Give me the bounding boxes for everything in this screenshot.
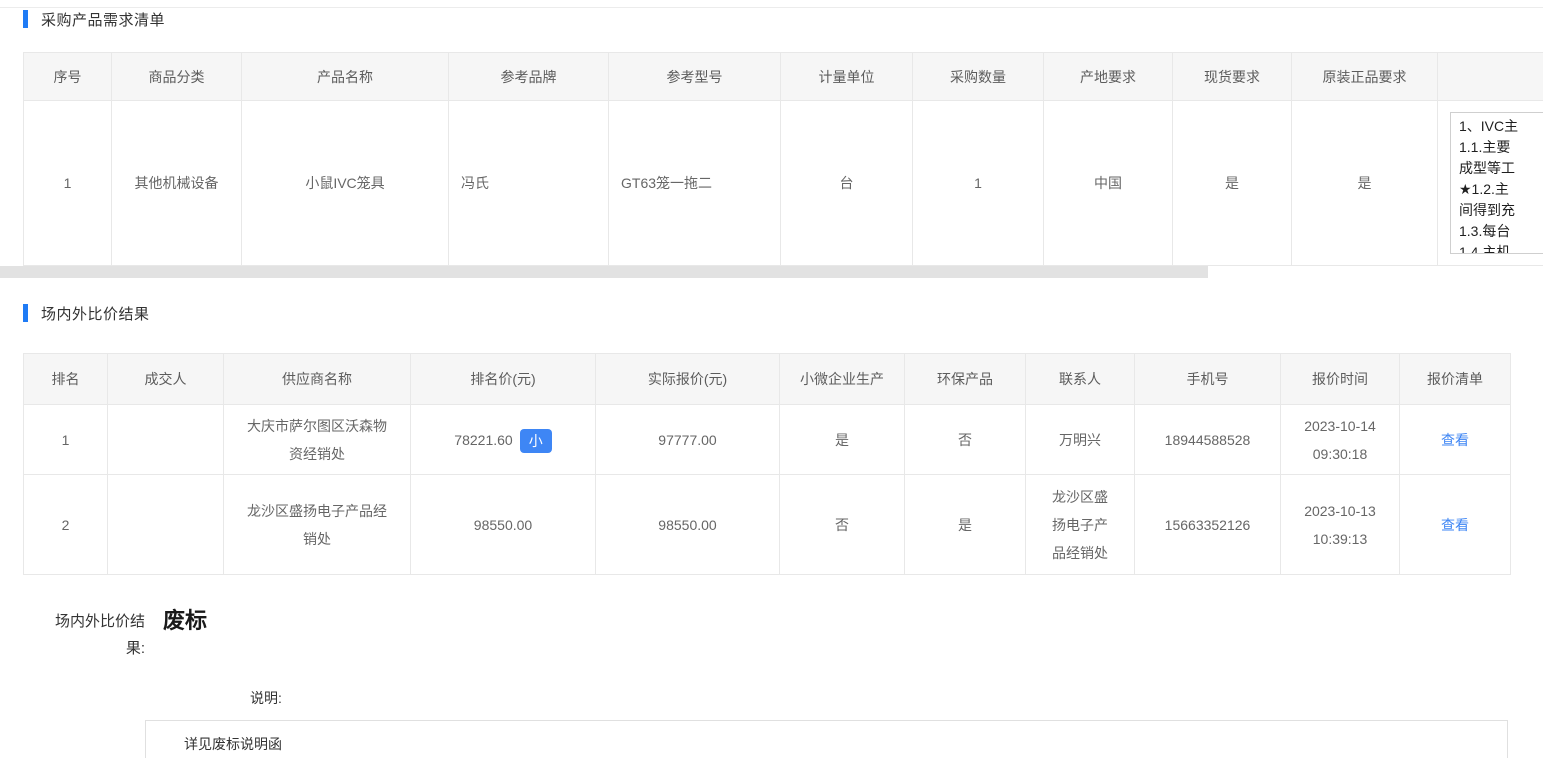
spec-textarea[interactable]: 1、IVC主 1.1.主要 成型等工 ★1.2.主 间得到充 1.3.每台 1.… [1450, 112, 1543, 254]
cell-seq: 1 [24, 101, 112, 266]
cell-spec: 1、IVC主 1.1.主要 成型等工 ★1.2.主 间得到充 1.3.每台 1.… [1438, 101, 1543, 266]
column-header-contact: 联系人 [1026, 354, 1135, 405]
cell-contact: 龙沙区盛扬电子产品经销处 [1026, 475, 1135, 575]
table-row: 1 其他机械设备 小鼠IVC笼具 冯氏 GT63笼一拖二 台 1 中国 是 是 … [24, 101, 1543, 266]
procurement-products-table: 序号 商品分类 产品名称 参考品牌 参考型号 计量单位 采购数量 产地要求 现货… [23, 52, 1543, 266]
cell-actual-price: 98550.00 [596, 475, 780, 575]
cell-phone: 18944588528 [1135, 405, 1281, 475]
column-header-in-stock: 现货要求 [1173, 53, 1292, 101]
cell-brand: 冯氏 [449, 101, 609, 266]
view-quote-link[interactable]: 查看 [1441, 432, 1469, 448]
cell-small-micro: 是 [780, 405, 905, 475]
note-box: 详见废标说明函 [145, 720, 1508, 758]
cell-quote-time: 2023-10-14 09:30:18 [1281, 405, 1400, 475]
section-header-procurement: 采购产品需求清单 [23, 10, 1543, 28]
cell-supplier: 大庆市萨尔图区沃森物资经销处 [224, 405, 411, 475]
cell-rank-price: 78221.60 小 [411, 405, 596, 475]
cell-in-stock: 是 [1173, 101, 1292, 266]
table-row: 1 大庆市萨尔图区沃森物资经销处 78221.60小 97777.00 是 否 … [24, 405, 1511, 475]
cell-model: GT63笼一拖二 [609, 101, 781, 266]
section-title-comparison: 场内外比价结果 [41, 303, 150, 324]
cell-quote-list: 查看 [1400, 475, 1511, 575]
section-accent-bar [23, 304, 28, 322]
small-enterprise-badge: 小 [520, 429, 552, 453]
comparison-result-value: 废标 [163, 603, 207, 635]
section-header-comparison: 场内外比价结果 [23, 304, 1543, 322]
column-header-rank: 排名 [24, 354, 108, 405]
column-header-category: 商品分类 [112, 53, 242, 101]
column-header-product-name: 产品名称 [242, 53, 449, 101]
cell-eco: 是 [905, 475, 1026, 575]
note-label: 说明: [250, 688, 282, 708]
cell-contact: 万明兴 [1026, 405, 1135, 475]
cell-rank-price: 98550.00 [411, 475, 596, 575]
cell-supplier: 龙沙区盛扬电子产品经销处 [224, 475, 411, 575]
horizontal-scrollbar-thumb[interactable] [0, 266, 1208, 278]
column-header-quote-time: 报价时间 [1281, 354, 1400, 405]
cell-category: 其他机械设备 [112, 101, 242, 266]
column-header-rank-price: 排名价(元) [411, 354, 596, 405]
cell-small-micro: 否 [780, 475, 905, 575]
cell-winner [108, 475, 224, 575]
section-title-procurement: 采购产品需求清单 [41, 9, 165, 30]
cell-phone: 15663352126 [1135, 475, 1281, 575]
supplier-name: 大庆市萨尔图区沃森物资经销处 [247, 412, 387, 468]
view-quote-link[interactable]: 查看 [1441, 517, 1469, 533]
section-accent-bar [23, 10, 28, 28]
procurement-table-scroll-area: 序号 商品分类 产品名称 参考品牌 参考型号 计量单位 采购数量 产地要求 现货… [23, 52, 1543, 266]
cell-unit: 台 [781, 101, 913, 266]
column-header-phone: 手机号 [1135, 354, 1281, 405]
column-header-seq: 序号 [24, 53, 112, 101]
column-header-supplier: 供应商名称 [224, 354, 411, 405]
cell-quote-list: 查看 [1400, 405, 1511, 475]
table-header-row: 序号 商品分类 产品名称 参考品牌 参考型号 计量单位 采购数量 产地要求 现货… [24, 53, 1543, 101]
column-header-actual-price: 实际报价(元) [596, 354, 780, 405]
column-header-winner: 成交人 [108, 354, 224, 405]
column-header-quantity: 采购数量 [913, 53, 1044, 101]
column-header-brand: 参考品牌 [449, 53, 609, 101]
cell-actual-price: 97777.00 [596, 405, 780, 475]
column-header-eco: 环保产品 [905, 354, 1026, 405]
table-row: 2 龙沙区盛扬电子产品经销处 98550.00 98550.00 否 是 龙沙区… [24, 475, 1511, 575]
cell-rank: 2 [24, 475, 108, 575]
column-header-quote-list: 报价清单 [1400, 354, 1511, 405]
table-header-row: 排名 成交人 供应商名称 排名价(元) 实际报价(元) 小微企业生产 环保产品 … [24, 354, 1511, 405]
cell-winner [108, 405, 224, 475]
column-header-unit: 计量单位 [781, 53, 913, 101]
comparison-result-label: 场内外比价结果: [45, 608, 145, 662]
rank-price-value: 78221.60 [454, 432, 512, 448]
column-header-small-micro: 小微企业生产 [780, 354, 905, 405]
cell-rank: 1 [24, 405, 108, 475]
cell-quantity: 1 [913, 101, 1044, 266]
column-header-genuine: 原装正品要求 [1292, 53, 1438, 101]
column-header-model: 参考型号 [609, 53, 781, 101]
supplier-name: 龙沙区盛扬电子产品经销处 [247, 497, 387, 553]
cell-origin: 中国 [1044, 101, 1173, 266]
price-comparison-table: 排名 成交人 供应商名称 排名价(元) 实际报价(元) 小微企业生产 环保产品 … [23, 353, 1511, 575]
column-header-spec [1438, 53, 1543, 101]
result-form: 场内外比价结果: 废标 说明: 详见废标说明函 [0, 575, 1543, 758]
top-divider [0, 7, 1543, 8]
cell-eco: 否 [905, 405, 1026, 475]
horizontal-scrollbar-track[interactable] [0, 266, 1543, 278]
cell-quote-time: 2023-10-13 10:39:13 [1281, 475, 1400, 575]
cell-product-name: 小鼠IVC笼具 [242, 101, 449, 266]
column-header-origin: 产地要求 [1044, 53, 1173, 101]
cell-genuine: 是 [1292, 101, 1438, 266]
